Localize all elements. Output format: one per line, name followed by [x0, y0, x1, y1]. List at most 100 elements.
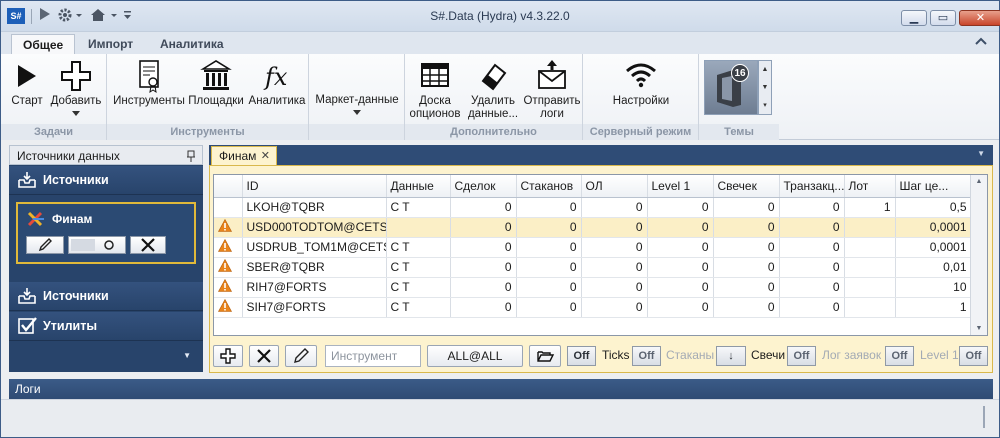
document-menu-icon[interactable]: ▼ [977, 149, 985, 158]
grid-vertical-scrollbar[interactable]: ▲ ▼ [970, 175, 987, 335]
tab-finam-label: Финам [219, 149, 257, 163]
close-tab-icon[interactable]: ✕ [261, 147, 270, 165]
ribbon-group-market-data: Маркет-данные [309, 54, 405, 140]
pencil-icon [294, 348, 309, 363]
remove-instrument-button[interactable] [249, 345, 279, 367]
cell-id: RIH7@FORTS [242, 277, 387, 298]
column-header[interactable]: Данные [386, 175, 451, 198]
sidebar-item-utilities[interactable]: Утилиты [9, 312, 203, 341]
envelope-upload-icon [538, 60, 566, 89]
extra-toggle[interactable]: Off [959, 346, 988, 366]
logs-panel-header[interactable]: Логи [9, 379, 993, 399]
add-instrument-button[interactable] [213, 345, 243, 367]
scroll-down-icon[interactable]: ▼ [759, 79, 771, 97]
table-row[interactable]: USD000TODTOM@CETS 0 0 0 0 0 0 0,0001 [214, 217, 972, 238]
cell-depths: 0 [516, 217, 582, 238]
scroll-down-icon[interactable]: ▼ [971, 325, 987, 332]
instruments-grid[interactable]: ID Данные Сделок Стаканов ОЛ Level 1 Све… [213, 174, 988, 336]
add-button[interactable]: Добавить [47, 57, 105, 121]
settings-button[interactable]: Настройки [603, 57, 679, 108]
start-button[interactable]: Старт [9, 57, 45, 108]
table-row[interactable]: SBER@TQBR C T 0 0 0 0 0 0 0,01 [214, 257, 972, 278]
ticks-toggle[interactable]: Off [567, 346, 596, 366]
remove-source-button[interactable] [130, 236, 166, 254]
table-row[interactable]: RIH7@FORTS C T 0 0 0 0 0 0 10 [214, 277, 972, 298]
column-header[interactable]: Свечек [713, 175, 780, 198]
column-header[interactable]: ID [242, 175, 387, 198]
candles-dropdown-button[interactable]: ↓ [716, 346, 746, 366]
cell-ol: 0 [581, 277, 648, 298]
send-logs-button[interactable]: Отправить логи [523, 57, 581, 121]
empty-cell [214, 317, 242, 335]
option-desk-label: Доска опционов [409, 95, 461, 120]
edit-instrument-button[interactable] [285, 345, 317, 367]
group-label-additional: Дополнительно [405, 124, 582, 140]
scroll-up-icon[interactable]: ▲ [759, 61, 771, 79]
column-header[interactable]: Транзакц... [779, 175, 845, 198]
cell-step: 10 [895, 277, 972, 298]
column-header[interactable]: Шаг це... [895, 175, 972, 198]
column-header[interactable]: Стаканов [516, 175, 582, 198]
depths-toggle[interactable]: Off [632, 346, 661, 366]
cell-id: LKOH@TQBR [242, 197, 387, 218]
tab-import[interactable]: Импорт [77, 34, 144, 54]
open-folder-button[interactable] [529, 345, 561, 367]
cell-id: SIH7@FORTS [242, 297, 387, 318]
logs-title: Логи [15, 382, 41, 396]
row-status-cell [214, 277, 243, 298]
maximize-button[interactable]: ▭ [930, 10, 956, 26]
eraser-icon [481, 63, 507, 91]
minimize-button[interactable]: ▁ [901, 10, 927, 26]
instruments-label: Инструменты [113, 95, 185, 107]
play-icon [18, 65, 36, 87]
orderlog-toggle[interactable]: Off [787, 346, 816, 366]
option-desk-button[interactable]: Доска опционов [407, 57, 463, 121]
cell-lot [844, 217, 896, 238]
toggle-track [71, 239, 95, 251]
delete-data-button[interactable]: Удалить данные... [465, 57, 521, 121]
edit-source-button[interactable] [26, 236, 64, 254]
cell-candles: 0 [713, 297, 780, 318]
column-header[interactable]: Лот [844, 175, 896, 198]
analytics-button[interactable]: fx Аналитика [246, 57, 308, 108]
app-window: S# S#.Data (Hydra) v4.3.22.0 ▁ ▭ ✕ Общее… [0, 0, 1000, 438]
column-header[interactable]: Сделок [450, 175, 517, 198]
source-toggle[interactable] [68, 236, 126, 254]
table-row[interactable]: LKOH@TQBR C T 0 0 0 0 0 0 1 0,5 [214, 197, 972, 218]
expand-gallery-icon[interactable]: ▾ [759, 97, 771, 115]
instruments-button[interactable]: Инструменты [111, 57, 187, 108]
plus-icon [220, 348, 236, 364]
sidebar-item-sources[interactable]: Источники [9, 166, 203, 195]
panel-options-icon[interactable]: ▼ [183, 351, 191, 360]
instrument-input[interactable]: Инструмент [325, 345, 421, 367]
all-instruments-button[interactable]: ALL@ALL [427, 345, 523, 367]
finam-source-card[interactable]: Финам [16, 202, 196, 264]
resize-grip[interactable] [983, 406, 985, 428]
market-data-button[interactable]: Маркет-данные [313, 94, 401, 120]
tab-analytics[interactable]: Аналитика [149, 34, 235, 54]
table-row[interactable]: USDRUB_TOM1M@CETS C T 0 0 0 0 0 0 0,0001 [214, 237, 972, 258]
cell-ol: 0 [581, 217, 648, 238]
exchanges-button[interactable]: Площадки [187, 57, 245, 108]
tab-general[interactable]: Общее [11, 34, 76, 54]
cell-step: 0,0001 [895, 237, 972, 258]
ribbon-tab-row: Общее Импорт Аналитика [1, 32, 999, 54]
cell-tx: 0 [779, 217, 845, 238]
scroll-up-icon[interactable]: ▲ [971, 178, 987, 185]
close-button[interactable]: ✕ [959, 10, 1000, 26]
document-tab-strip: Финам ✕ ▼ [209, 145, 993, 165]
level1-toggle[interactable]: Off [885, 346, 914, 366]
tab-finam[interactable]: Финам ✕ [211, 146, 277, 165]
cell-candles: 0 [713, 257, 780, 278]
sidebar-item-sources-2[interactable]: Источники [9, 282, 203, 311]
collapse-ribbon-icon[interactable] [975, 36, 987, 49]
column-header[interactable]: Level 1 [647, 175, 714, 198]
theme-badge: 16 [731, 64, 749, 82]
cell-candles: 0 [713, 217, 780, 238]
column-header[interactable]: ОЛ [581, 175, 648, 198]
theme-gallery-scroll[interactable]: ▲ ▼ ▾ [758, 60, 772, 115]
row-status-cell [214, 237, 243, 258]
theme-gallery[interactable]: 16 [704, 60, 758, 115]
cell-depths: 0 [516, 257, 582, 278]
table-row[interactable]: SIH7@FORTS C T0000001 [214, 297, 972, 318]
